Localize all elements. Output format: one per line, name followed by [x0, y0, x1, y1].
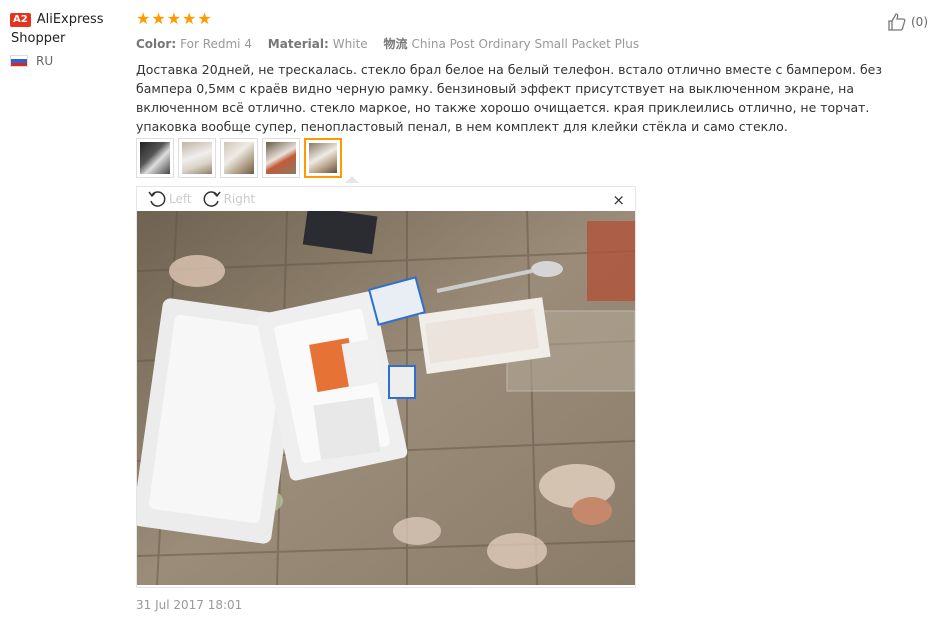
star-icon: ★	[197, 9, 212, 28]
star-icon: ★	[182, 9, 197, 28]
country-code: RU	[36, 54, 54, 68]
rotate-right-label: Right	[223, 192, 256, 206]
attr-color-label: Color:	[136, 37, 177, 51]
product-attributes: Color: For Redmi 4 Material: White 物流 China…	[136, 36, 916, 52]
star-icon: ★	[136, 9, 151, 28]
rotate-left-button[interactable]: Left	[147, 189, 192, 209]
review-photo-thumbnail[interactable]	[136, 138, 174, 178]
attr-color-value: For Redmi 4	[180, 37, 252, 51]
review-photo-thumbnail[interactable]	[220, 138, 258, 178]
star-icon: ★	[166, 9, 182, 28]
review-photo-thumbnail[interactable]	[178, 138, 216, 178]
review-date: 31 Jul 2017 18:01	[136, 598, 243, 612]
star-rating: ★ ★ ★ ★ ★	[136, 10, 916, 28]
close-viewer-button[interactable]: ×	[612, 191, 625, 209]
russia-flag-icon	[10, 55, 28, 67]
thumbs-up-icon	[888, 13, 906, 31]
review-photo-thumbnail[interactable]	[262, 138, 300, 178]
like-count: (0)	[911, 15, 928, 29]
review-text: Доставка 20дней, не трескалась. стекло б…	[136, 62, 882, 134]
viewer-toolbar: Left Right	[137, 187, 635, 211]
attr-material-value: White	[332, 37, 368, 51]
reviewer-info: A2 AliExpress Shopper RU	[10, 10, 130, 68]
star-icon: ★	[151, 9, 166, 28]
review-content: ★ ★ ★ ★ ★ Color: For Redmi 4 Material: Whi…	[136, 10, 916, 136]
review-photo-thumbnail-selected[interactable]	[304, 138, 342, 178]
rotate-right-icon	[203, 191, 221, 207]
attr-material-label: Material:	[267, 37, 329, 51]
review-photo-image	[137, 211, 635, 585]
helpful-button[interactable]: (0)	[887, 12, 928, 32]
reviewer-name: AliExpress	[36, 12, 104, 27]
rotate-right-button[interactable]: Right	[202, 189, 256, 209]
rotate-left-label: Left	[169, 192, 192, 206]
user-level-badge: A2	[10, 13, 31, 27]
attr-shipping-label: 物流	[383, 37, 408, 51]
reviewer-name-line2: Shopper	[11, 31, 66, 46]
review-thumbnails	[136, 138, 346, 178]
attr-shipping-value: China Post Ordinary Small Packet Plus	[411, 37, 640, 51]
image-viewer: Left Right ×	[136, 186, 636, 588]
thumbnail-pointer	[345, 176, 359, 183]
rotate-left-icon	[148, 191, 166, 207]
reviewer-country: RU	[10, 54, 130, 68]
review-photo	[137, 211, 635, 585]
